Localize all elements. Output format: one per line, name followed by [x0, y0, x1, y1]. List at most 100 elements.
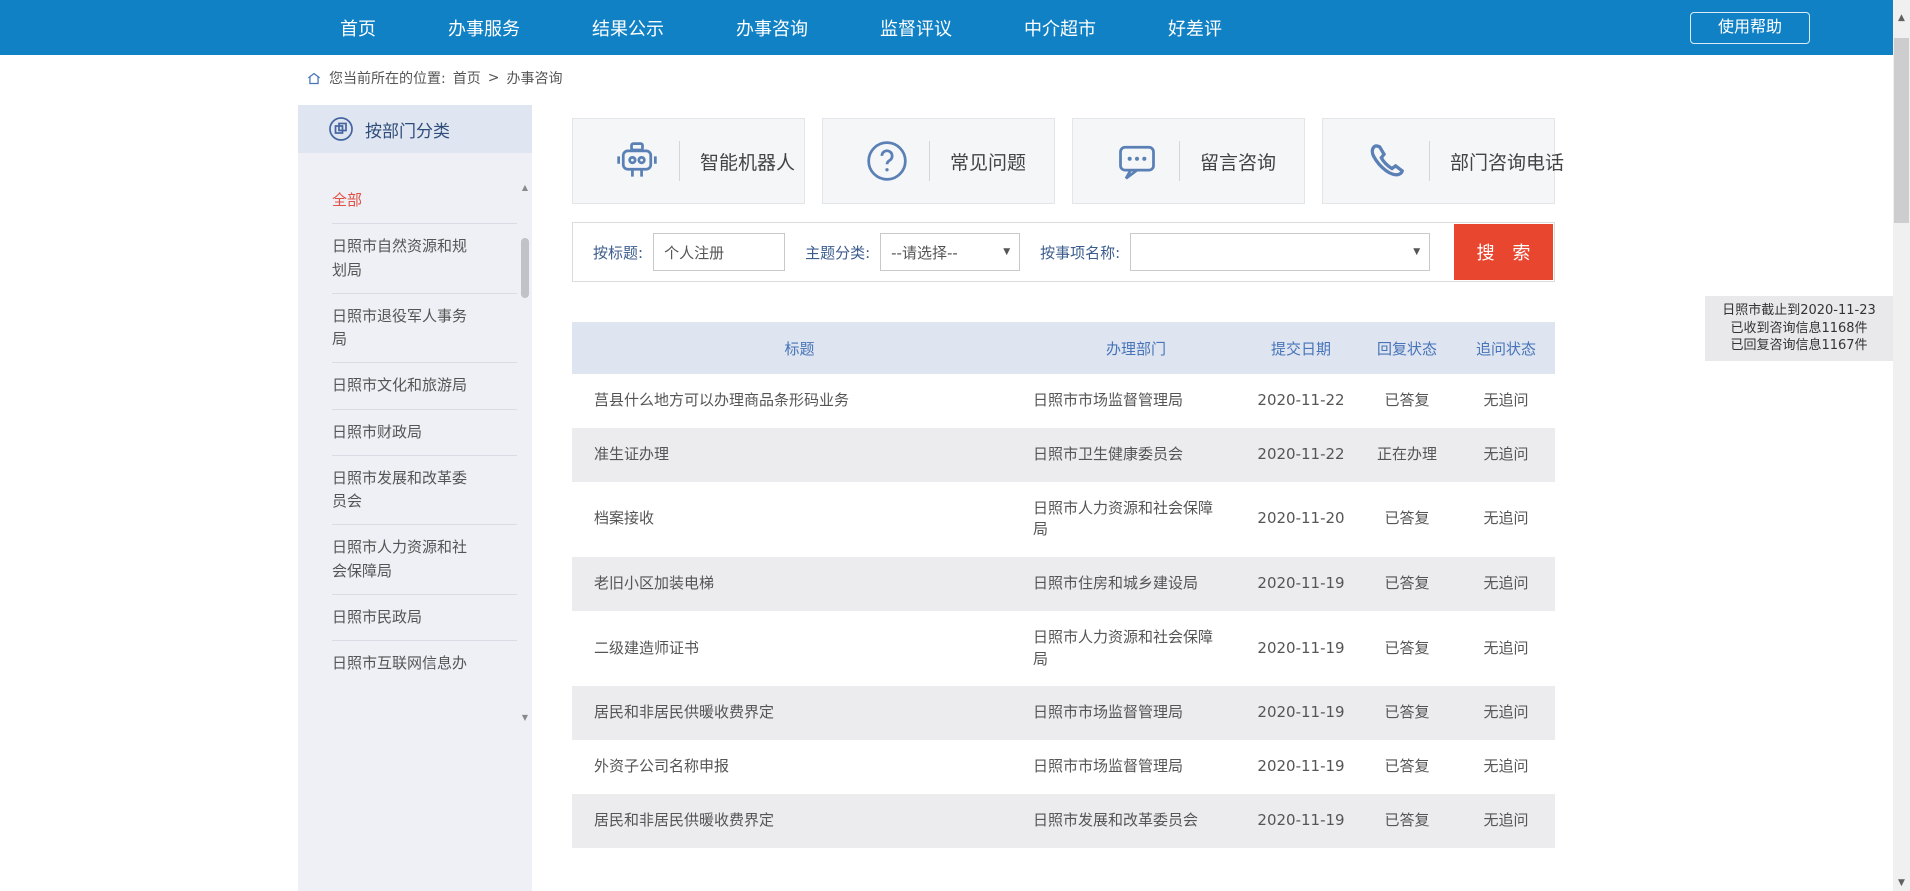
sidebar-item-label: 日照市互联网信息办	[332, 652, 478, 675]
title-cell[interactable]: 二级建造师证书	[572, 611, 1027, 687]
reply-status-cell: 已答复	[1357, 557, 1457, 611]
date-cell: 2020-11-19	[1245, 794, 1357, 848]
scroll-down-icon[interactable]: ▼	[520, 713, 530, 723]
sidebar-item-label: 日照市文化和旅游局	[332, 374, 478, 397]
date-cell: 2020-11-22	[1245, 428, 1357, 482]
date-cell: 2020-11-20	[1245, 482, 1357, 558]
table-row[interactable]: 莒县什么地方可以办理商品条形码业务日照市市场监督管理局2020-11-22已答复…	[572, 374, 1555, 428]
search-bar: 按标题: 主题分类: --请选择-- ▼ 按事项名称: ▼ 搜 索	[572, 222, 1555, 282]
followup-status-cell: 无追问	[1457, 740, 1555, 794]
sidebar-item[interactable]: 日照市互联网信息办	[332, 641, 517, 686]
reply-status-cell: 已答复	[1357, 611, 1457, 687]
sidebar-scroll-thumb[interactable]	[521, 238, 529, 298]
breadcrumb-home-link[interactable]: 首页	[453, 68, 481, 88]
title-filter-label: 按标题:	[593, 242, 643, 263]
smart-robot-card[interactable]: 智能机器人	[572, 118, 805, 204]
scroll-down-icon[interactable]: ▼	[1893, 875, 1910, 891]
department-cell: 日照市卫生健康委员会	[1027, 428, 1245, 482]
sidebar-item-label: 日照市发展和改革委员会	[332, 467, 478, 514]
nav-item-6[interactable]: 好差评	[1168, 15, 1222, 41]
card-label: 留言咨询	[1200, 148, 1276, 175]
sidebar-scrollbar[interactable]: ▲ ▼	[520, 183, 530, 723]
department-phone-card[interactable]: 部门咨询电话	[1322, 118, 1555, 204]
title-cell[interactable]: 老旧小区加装电梯	[572, 557, 1027, 611]
nav-item-2[interactable]: 结果公示	[592, 15, 664, 41]
sidebar-header: 按部门分类	[298, 105, 532, 153]
followup-status-cell: 无追问	[1457, 482, 1555, 558]
category-icon	[328, 116, 354, 142]
stats-line-1: 日照市截止到2020-11-23	[1711, 302, 1887, 320]
table-row[interactable]: 老旧小区加装电梯日照市住房和城乡建设局2020-11-19已答复无追问	[572, 557, 1555, 611]
sidebar-item[interactable]: 日照市财政局	[332, 410, 517, 456]
chevron-down-icon: ▼	[1413, 247, 1420, 257]
item-name-select[interactable]: ▼	[1130, 233, 1430, 271]
breadcrumb-current: 办事咨询	[506, 68, 562, 88]
sidebar-item[interactable]: 日照市民政局	[332, 595, 517, 641]
sidebar-item[interactable]: 日照市发展和改革委员会	[332, 456, 517, 526]
reply-status-cell: 已答复	[1357, 482, 1457, 558]
stats-line-2: 已收到咨询信息1168件	[1711, 320, 1887, 338]
card-divider	[929, 141, 930, 181]
scroll-up-icon[interactable]: ▲	[1893, 10, 1910, 26]
table-row[interactable]: 外资子公司名称申报日照市市场监督管理局2020-11-19已答复无追问	[572, 740, 1555, 794]
department-cell: 日照市人力资源和社会保障局	[1027, 611, 1245, 687]
department-cell: 日照市市场监督管理局	[1027, 374, 1245, 428]
department-sidebar: 按部门分类 全部日照市自然资源和规划局日照市退役军人事务局日照市文化和旅游局日照…	[298, 105, 532, 891]
page-scroll-thumb[interactable]	[1894, 38, 1909, 223]
help-button[interactable]: 使用帮助	[1690, 12, 1810, 44]
consultation-stats-box: 日照市截止到2020-11-23 已收到咨询信息1168件 已回复咨询信息116…	[1705, 296, 1893, 361]
nav-items: 首页 办事服务 结果公示 办事咨询 监督评议 中介超市 好差评	[340, 15, 1222, 41]
table-row[interactable]: 档案接收日照市人力资源和社会保障局2020-11-20已答复无追问	[572, 482, 1555, 558]
topic-select[interactable]: --请选择-- ▼	[880, 233, 1020, 271]
title-cell[interactable]: 居民和非居民供暖收费界定	[572, 686, 1027, 740]
title-cell[interactable]: 档案接收	[572, 482, 1027, 558]
sidebar-item[interactable]: 日照市自然资源和规划局	[332, 224, 517, 294]
leave-message-card[interactable]: 留言咨询	[1072, 118, 1305, 204]
table-row[interactable]: 二级建造师证书日照市人力资源和社会保障局2020-11-19已答复无追问	[572, 611, 1555, 687]
robot-icon	[615, 139, 659, 183]
department-cell: 日照市市场监督管理局	[1027, 740, 1245, 794]
search-button[interactable]: 搜 索	[1454, 224, 1553, 280]
table-row[interactable]: 居民和非居民供暖收费界定日照市市场监督管理局2020-11-19已答复无追问	[572, 686, 1555, 740]
title-search-input[interactable]	[653, 233, 785, 271]
table-header-row: 标题办理部门提交日期回复状态追问状态	[572, 322, 1555, 374]
sidebar-item[interactable]: 日照市文化和旅游局	[332, 363, 517, 409]
reply-status-cell: 已答复	[1357, 686, 1457, 740]
sidebar-item[interactable]: 日照市退役军人事务局	[332, 294, 517, 364]
home-icon	[306, 71, 322, 86]
scroll-up-icon[interactable]: ▲	[520, 183, 530, 193]
column-header: 提交日期	[1245, 322, 1357, 374]
date-cell: 2020-11-22	[1245, 374, 1357, 428]
card-divider	[1429, 141, 1430, 181]
followup-status-cell: 无追问	[1457, 428, 1555, 482]
title-cell[interactable]: 居民和非居民供暖收费界定	[572, 794, 1027, 848]
sidebar-item-label: 全部	[332, 189, 478, 212]
sidebar-item[interactable]: 全部	[332, 178, 517, 224]
date-cell: 2020-11-19	[1245, 686, 1357, 740]
sidebar-item-label: 日照市财政局	[332, 421, 478, 444]
nav-item-3[interactable]: 办事咨询	[736, 15, 808, 41]
nav-item-1[interactable]: 办事服务	[448, 15, 520, 41]
sidebar-item-label: 日照市民政局	[332, 606, 478, 629]
chevron-down-icon: ▼	[1003, 247, 1010, 257]
card-label: 智能机器人	[700, 148, 795, 175]
title-cell[interactable]: 外资子公司名称申报	[572, 740, 1027, 794]
sidebar-item[interactable]: 日照市人力资源和社会保障局	[332, 525, 517, 595]
nav-item-0[interactable]: 首页	[340, 15, 376, 41]
topic-select-value: --请选择--	[891, 242, 958, 263]
faq-card[interactable]: 常见问题	[822, 118, 1055, 204]
topic-filter-label: 主题分类:	[805, 242, 870, 263]
reply-status-cell: 已答复	[1357, 374, 1457, 428]
sidebar-list: 全部日照市自然资源和规划局日照市退役军人事务局日照市文化和旅游局日照市财政局日照…	[298, 153, 532, 686]
table-row[interactable]: 准生证办理日照市卫生健康委员会2020-11-22正在办理无追问	[572, 428, 1555, 482]
page-scrollbar[interactable]: ▲ ▼	[1893, 0, 1910, 891]
nav-item-5[interactable]: 中介超市	[1024, 15, 1096, 41]
quick-link-cards: 智能机器人 常见问题 留言咨询 部门咨询电话	[572, 118, 1555, 204]
consultation-table: 标题办理部门提交日期回复状态追问状态 莒县什么地方可以办理商品条形码业务日照市市…	[572, 322, 1555, 848]
nav-item-4[interactable]: 监督评议	[880, 15, 952, 41]
title-cell[interactable]: 准生证办理	[572, 428, 1027, 482]
reply-status-cell: 已答复	[1357, 794, 1457, 848]
title-cell[interactable]: 莒县什么地方可以办理商品条形码业务	[572, 374, 1027, 428]
card-divider	[1179, 141, 1180, 181]
table-row[interactable]: 居民和非居民供暖收费界定日照市发展和改革委员会2020-11-19已答复无追问	[572, 794, 1555, 848]
